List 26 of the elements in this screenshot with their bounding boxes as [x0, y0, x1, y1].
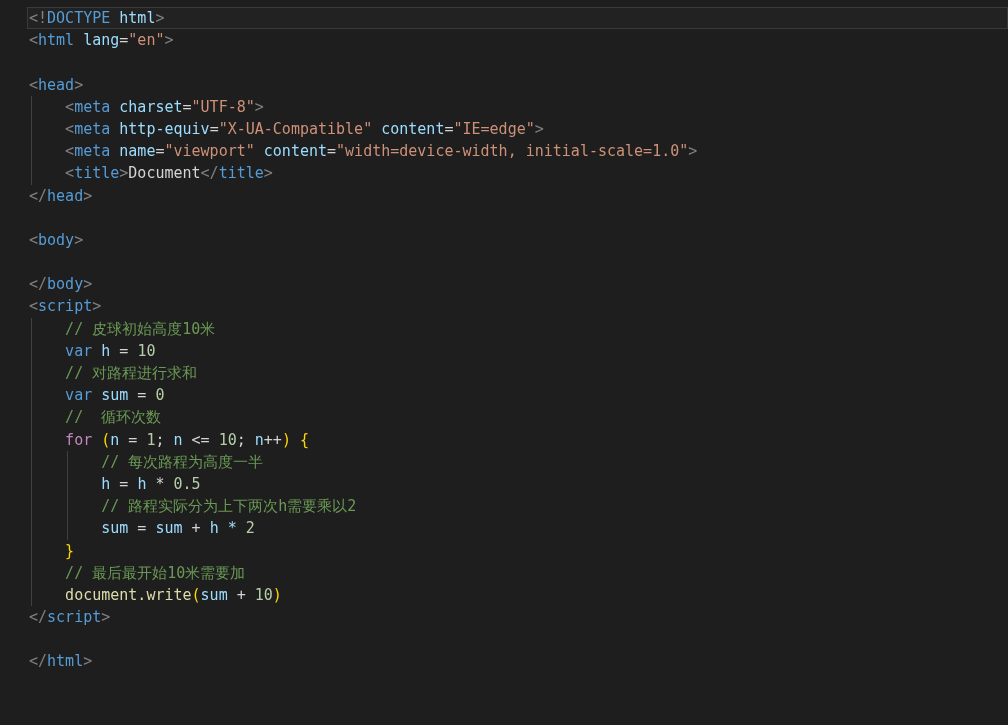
code-line: h = h * 0.5: [100, 473, 201, 495]
code-line: <head>: [28, 74, 84, 95]
code-line: <html lang="en">: [28, 30, 174, 51]
code-line: for (n = 1; n <= 10; n++) {: [64, 429, 309, 450]
code-line: var sum = 0: [64, 385, 165, 406]
code-line: </body>: [28, 274, 93, 295]
code-line: </script>: [28, 607, 111, 628]
code-line: <title>Document</title>: [64, 163, 273, 184]
code-line: document.write(sum + 10): [64, 584, 282, 606]
code-line: var h = 10: [64, 340, 156, 361]
code-line: // 循环次数: [64, 407, 162, 428]
code-line: </head>: [28, 185, 93, 206]
code-line: }: [64, 540, 75, 561]
code-line: </html>: [28, 651, 93, 672]
code-line: // 皮球初始高度10米: [64, 318, 216, 339]
code-line: <meta name="viewport" content="width=device-width, initial-scale=1.0">: [64, 141, 698, 162]
code-line: <script>: [28, 296, 102, 317]
code-line: <!DOCTYPE html>: [28, 8, 165, 29]
code-line: // 路程实际分为上下两次h需要乘以2: [100, 496, 357, 517]
code-line: sum = sum + h * 2: [100, 518, 255, 539]
code-line: // 最后最开始10米需要加: [64, 562, 246, 583]
code-line: <meta http-equiv="X-UA-Compatible" content="IE=edge">: [64, 118, 544, 140]
code-line: <body>: [28, 229, 84, 251]
code-line: // 每次路程为高度一半: [100, 451, 264, 472]
code-line: // 对路程进行求和: [64, 363, 198, 384]
code-line: <meta charset="UTF-8">: [64, 96, 264, 117]
